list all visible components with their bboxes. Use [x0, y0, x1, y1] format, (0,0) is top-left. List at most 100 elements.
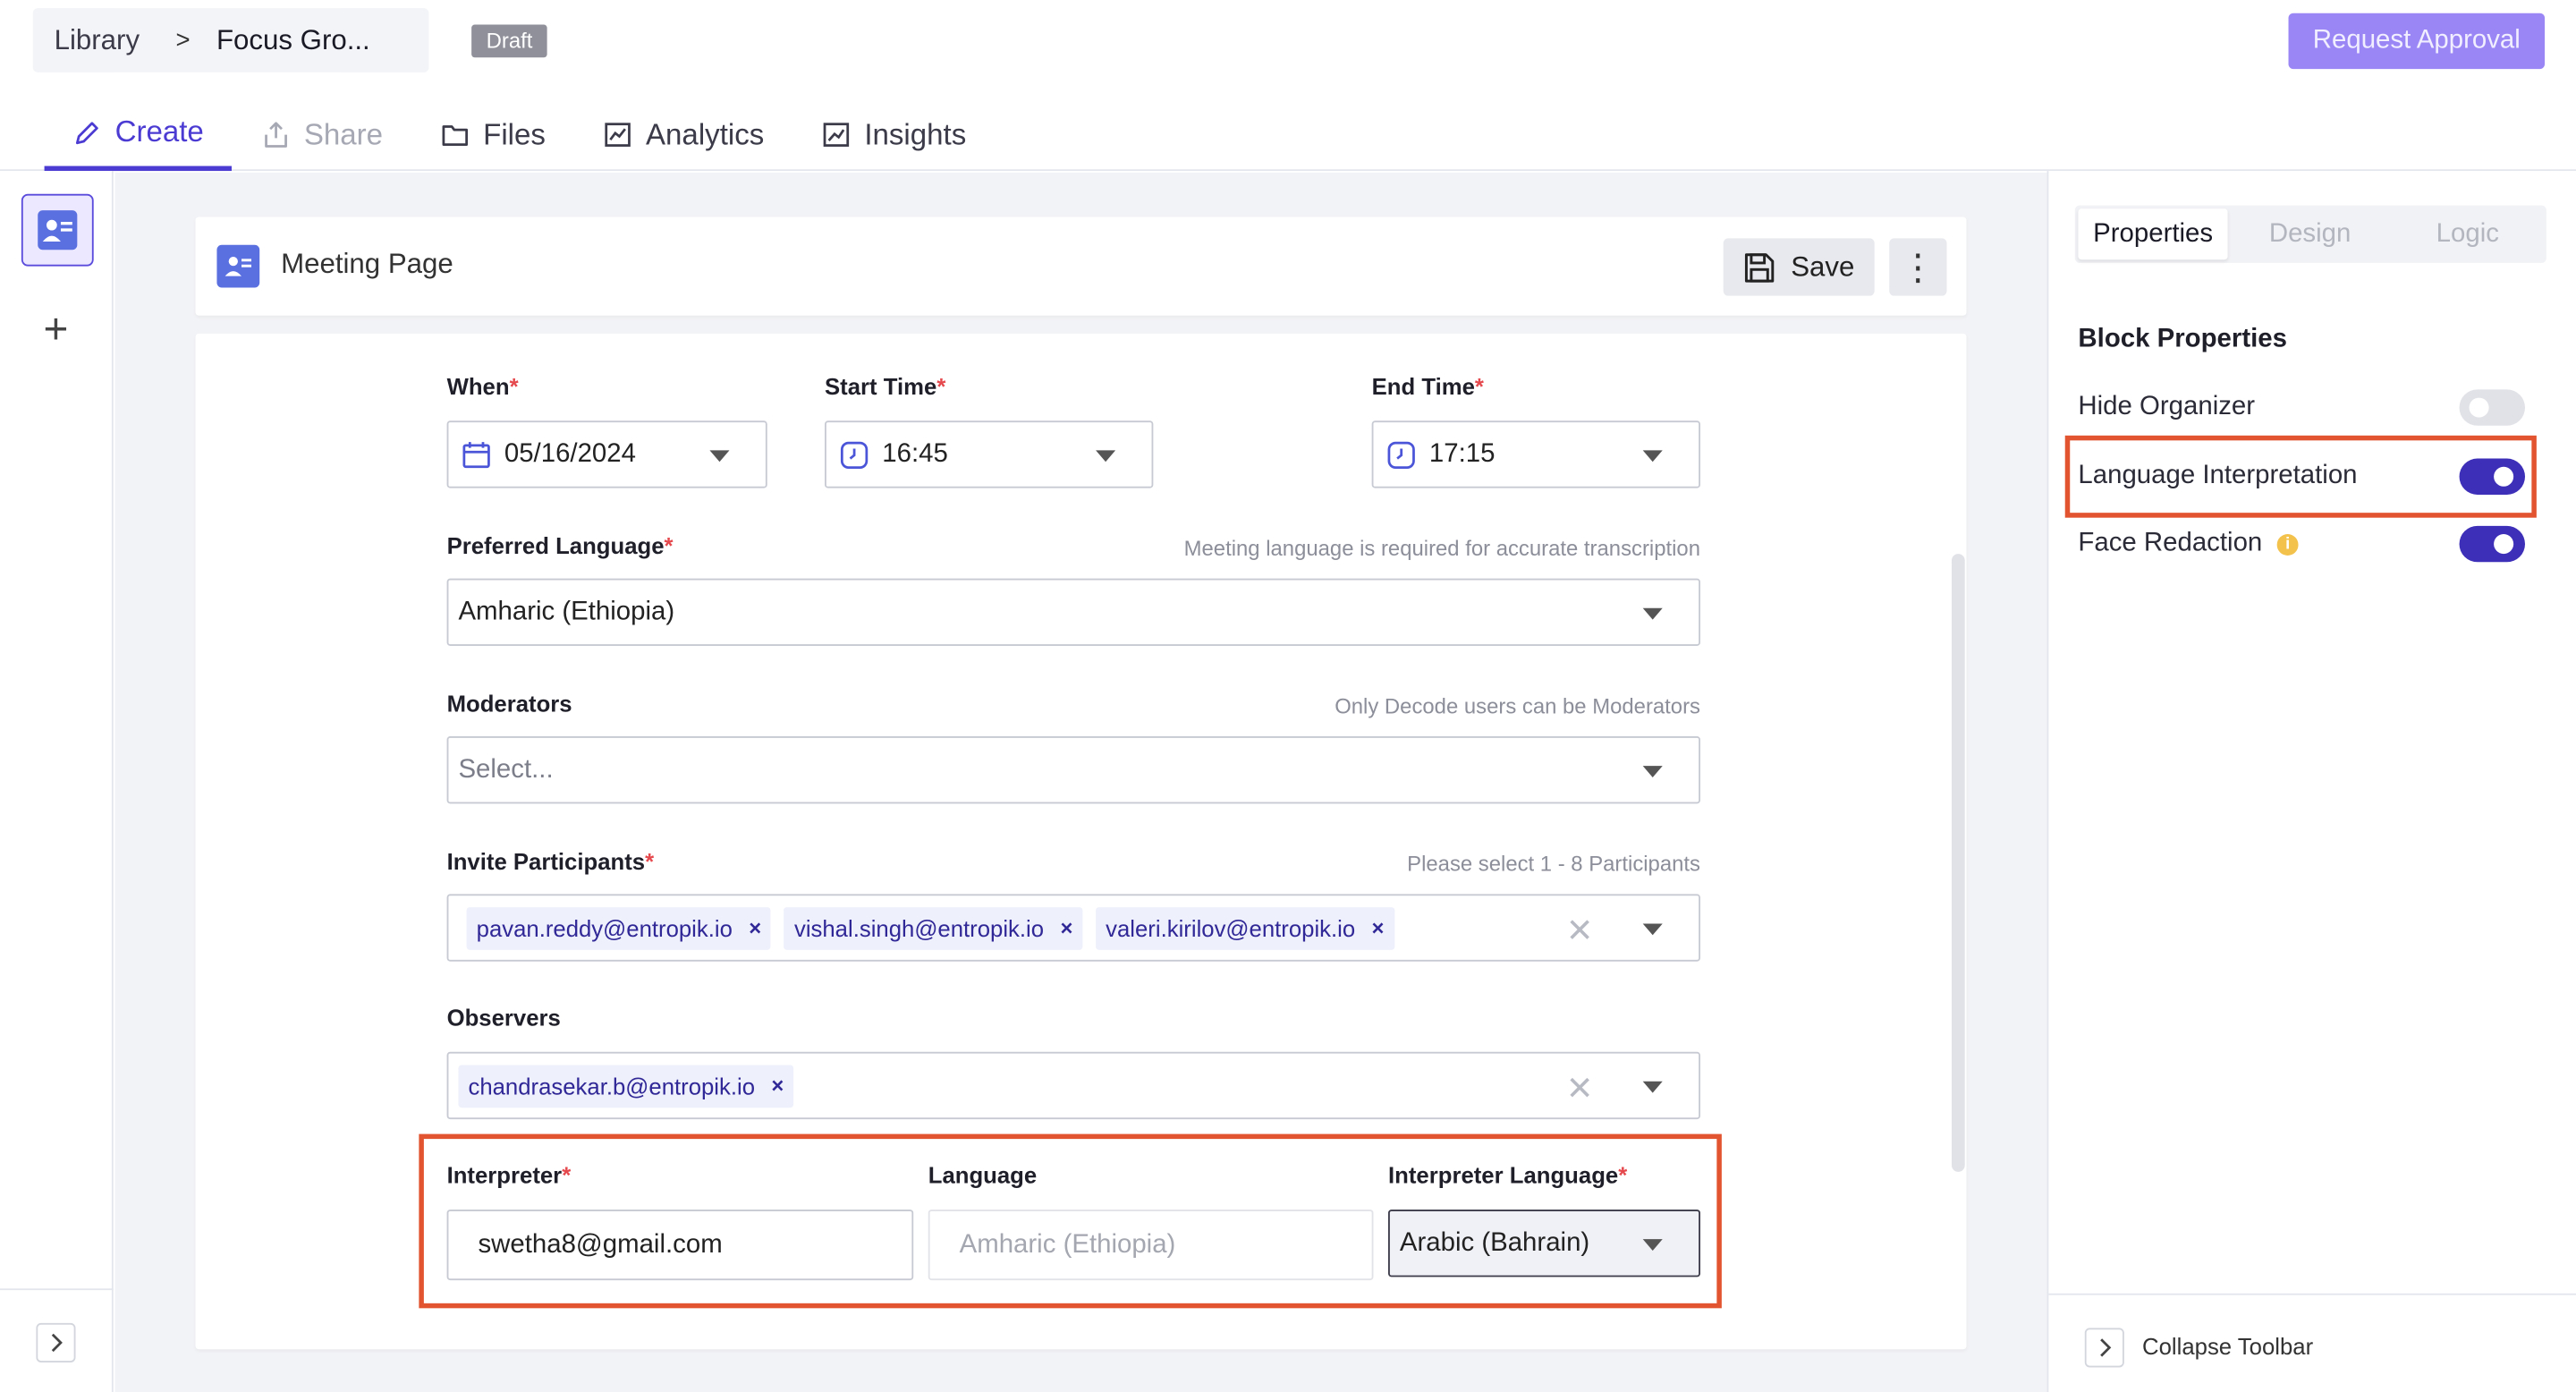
- preferred-language-select[interactable]: Amharic (Ethiopia): [446, 578, 1700, 646]
- add-block-button[interactable]: +: [36, 308, 75, 351]
- end-time-label: End Time*: [1371, 373, 1484, 400]
- language-interpretation-highlight-box: [2064, 435, 2537, 518]
- editor-canvas: Meeting Page Save ⋮ When* 05/16/2024 Sta…: [114, 172, 2047, 1392]
- meeting-page-icon: [216, 244, 260, 288]
- page-header: Meeting Page Save ⋮: [195, 216, 1967, 316]
- hide-organizer-row: Hide Organizer: [2078, 388, 2526, 428]
- analytics-icon: [605, 123, 631, 147]
- preferred-language-label: Preferred Language*: [446, 532, 674, 559]
- when-date-picker[interactable]: 05/16/2024: [446, 420, 767, 488]
- meeting-form: When* 05/16/2024 Start Time* 16:45 End T…: [195, 333, 1967, 1350]
- start-time-value: 16:45: [882, 439, 948, 468]
- collapse-toolbar-label[interactable]: Collapse Toolbar: [2142, 1333, 2313, 1359]
- chip-label: vishal.singh@entropik.io: [793, 914, 1045, 941]
- remove-chip-icon[interactable]: ×: [1372, 915, 1385, 940]
- block-properties-title: Block Properties: [2078, 325, 2287, 353]
- clear-all-icon[interactable]: ✕: [1566, 911, 1594, 952]
- tab-label: Files: [483, 117, 546, 151]
- chevron-right-icon: [2100, 1338, 2112, 1357]
- right-panel: Properties Design Logic Block Properties…: [2046, 171, 2576, 1392]
- form-scrollbar[interactable]: [1951, 554, 1965, 1172]
- tab-share[interactable]: Share: [233, 98, 411, 171]
- invite-participants-select[interactable]: pavan.reddy@entropik.io × vishal.singh@en…: [446, 894, 1700, 962]
- request-approval-button[interactable]: Request Approval: [2288, 13, 2546, 70]
- participant-chip: pavan.reddy@entropik.io ×: [466, 906, 772, 949]
- face-redaction-label: Face Redaction: [2078, 529, 2263, 557]
- end-time-picker[interactable]: 17:15: [1371, 420, 1700, 488]
- breadcrumb: Library > Focus Gro...: [32, 8, 429, 72]
- tab-label: Insights: [864, 117, 967, 151]
- save-button[interactable]: Save: [1723, 238, 1875, 296]
- observers-label: Observers: [446, 1004, 561, 1031]
- tab-properties[interactable]: Properties: [2078, 208, 2228, 260]
- insights-icon: [823, 123, 850, 147]
- tab-analytics[interactable]: Analytics: [575, 98, 792, 171]
- tab-label: Analytics: [645, 117, 765, 151]
- moderators-placeholder: Select...: [458, 755, 554, 784]
- preferred-language-hint: Meeting language is required for accurat…: [1183, 535, 1700, 561]
- dropdown-caret-icon: [1642, 1081, 1663, 1093]
- tab-label: Create: [114, 115, 204, 149]
- moderators-hint: Only Decode users can be Moderators: [1335, 693, 1700, 718]
- panel-footer: Collapse Toolbar: [2048, 1293, 2576, 1392]
- status-badge: Draft: [471, 24, 547, 58]
- invite-participants-hint: Please select 1 - 8 Participants: [1407, 851, 1700, 877]
- remove-chip-icon[interactable]: ×: [1060, 915, 1072, 940]
- calendar-icon: [462, 441, 490, 468]
- users-icon: [38, 210, 78, 250]
- save-icon: [1745, 252, 1775, 282]
- collapse-toolbar-button[interactable]: [2084, 1328, 2124, 1368]
- start-time-label: Start Time*: [825, 373, 946, 400]
- main-tabs: Create Share Files Analytics Insights: [44, 98, 996, 172]
- participant-chip: valeri.kirilov@entropik.io ×: [1096, 906, 1394, 949]
- meeting-block-button[interactable]: [21, 193, 94, 267]
- breadcrumb-current[interactable]: Focus Gro...: [216, 24, 370, 57]
- info-icon[interactable]: i: [2276, 533, 2299, 556]
- chevron-right-icon: >: [175, 26, 191, 55]
- tab-files[interactable]: Files: [412, 98, 573, 171]
- more-options-button[interactable]: ⋮: [1889, 238, 1947, 296]
- tab-logic[interactable]: Logic: [2389, 206, 2546, 263]
- dropdown-caret-icon: [1642, 450, 1663, 463]
- when-label: When*: [446, 373, 519, 400]
- dropdown-caret-icon: [1642, 923, 1663, 936]
- preferred-language-value: Amharic (Ethiopia): [458, 597, 675, 626]
- tab-insights[interactable]: Insights: [793, 98, 994, 171]
- rail-expand-area: [0, 1288, 114, 1380]
- chevron-right-icon: [51, 1333, 63, 1353]
- top-bar: Library > Focus Gro... Draft Request App…: [0, 0, 2576, 172]
- chip-label: pavan.reddy@entropik.io: [476, 914, 733, 941]
- dropdown-caret-icon: [709, 450, 730, 463]
- users-icon: [225, 256, 252, 276]
- folder-icon: [442, 125, 469, 147]
- end-time-value: 17:15: [1428, 439, 1496, 468]
- chip-label: valeri.kirilov@entropik.io: [1106, 914, 1356, 941]
- remove-chip-icon[interactable]: ×: [749, 915, 761, 940]
- participant-chip: vishal.singh@entropik.io ×: [784, 906, 1083, 949]
- hide-organizer-toggle[interactable]: [2459, 389, 2526, 426]
- tab-label: Share: [303, 117, 384, 151]
- moderators-select[interactable]: Select...: [446, 736, 1700, 804]
- tab-create[interactable]: Create: [44, 98, 233, 172]
- page-title: Meeting Page: [281, 248, 453, 280]
- face-redaction-toggle[interactable]: [2459, 525, 2526, 563]
- panel-tabs: Properties Design Logic: [2074, 205, 2546, 263]
- share-icon: [265, 122, 288, 148]
- pencil-icon: [75, 121, 98, 144]
- dropdown-caret-icon: [1096, 450, 1116, 463]
- clock-icon: [840, 440, 869, 469]
- tab-design[interactable]: Design: [2231, 206, 2388, 263]
- clear-all-icon[interactable]: ✕: [1566, 1068, 1594, 1109]
- save-label: Save: [1791, 250, 1855, 283]
- remove-chip-icon[interactable]: ×: [771, 1074, 784, 1099]
- dropdown-caret-icon: [1642, 766, 1663, 777]
- breadcrumb-library-link[interactable]: Library: [55, 24, 140, 57]
- left-rail: +: [0, 171, 114, 1392]
- face-redaction-row: Face Redaction i: [2078, 524, 2526, 564]
- clock-icon: [1387, 440, 1415, 469]
- observers-select[interactable]: chandrasekar.b@entropik.io × ✕: [446, 1051, 1700, 1120]
- interpreter-highlight-box: [419, 1133, 1722, 1309]
- invite-participants-label: Invite Participants*: [446, 847, 655, 875]
- start-time-picker[interactable]: 16:45: [825, 420, 1154, 488]
- expand-sidebar-button[interactable]: [36, 1322, 76, 1362]
